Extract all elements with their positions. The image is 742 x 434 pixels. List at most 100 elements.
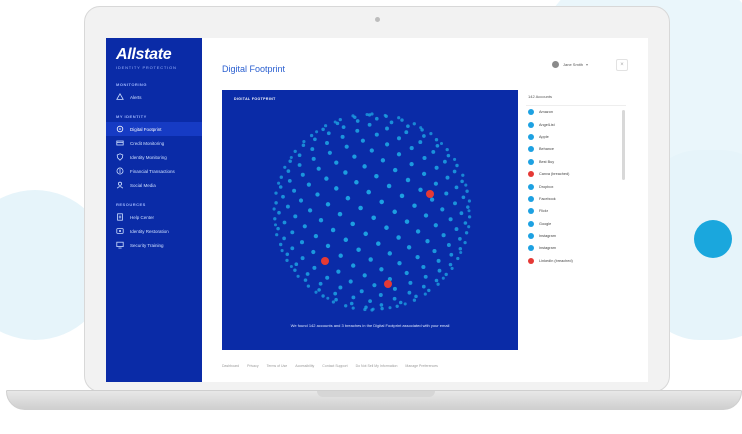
- account-item[interactable]: Google: [526, 218, 626, 230]
- footer-link[interactable]: Terms of Use: [267, 364, 288, 368]
- globe-dot: [406, 124, 410, 129]
- sidebar-item-financial-transactions[interactable]: Financial Transactions: [106, 164, 202, 178]
- globe-dot: [351, 306, 355, 310]
- account-item[interactable]: Instagram: [526, 230, 626, 242]
- breach-dot[interactable]: [384, 280, 392, 288]
- globe-dot: [286, 169, 291, 173]
- globe-dot: [301, 143, 306, 148]
- globe-dot: [327, 150, 332, 155]
- globe-dot: [434, 278, 439, 283]
- sidebar-item-credit-monitoring[interactable]: Credit Monitoring: [106, 136, 202, 150]
- globe-dot: [432, 249, 437, 254]
- footer-link[interactable]: Accessibility: [295, 364, 314, 368]
- globe-dot: [351, 114, 355, 118]
- globe-dot: [279, 175, 283, 179]
- user-icon: [116, 181, 124, 189]
- account-icon: [528, 220, 534, 227]
- footer-link[interactable]: Contact Support: [322, 364, 347, 368]
- account-item[interactable]: Flickr: [526, 205, 626, 217]
- globe-dot: [385, 126, 389, 131]
- account-item[interactable]: Facebook: [526, 193, 626, 205]
- user-name: Jane Smith: [563, 62, 584, 67]
- globe-dot: [408, 280, 413, 285]
- globe-dot: [282, 236, 286, 241]
- globe-dot: [351, 295, 356, 300]
- globe-dot: [400, 118, 404, 122]
- globe-dot: [444, 272, 448, 277]
- breach-dot[interactable]: [426, 190, 434, 198]
- globe-dot: [274, 191, 278, 195]
- app-screen: Allstate IDENTITY PROTECTION MONITORING …: [106, 38, 648, 382]
- account-item[interactable]: Dropbox: [526, 180, 626, 192]
- globe-dot: [459, 250, 463, 255]
- account-icon: [528, 183, 534, 190]
- globe-dot: [287, 178, 292, 183]
- globe-dot: [407, 290, 412, 295]
- globe-dot: [314, 290, 318, 294]
- sidebar-item-identity-monitoring[interactable]: Identity Monitoring: [106, 150, 202, 164]
- globe-dot: [380, 158, 386, 163]
- account-item[interactable]: Best Buy: [526, 156, 626, 168]
- globe-dot: [403, 302, 407, 306]
- account-item[interactable]: Instagram: [526, 242, 626, 254]
- globe-dot: [360, 138, 365, 143]
- sidebar-item-help-center[interactable]: Help Center: [106, 210, 202, 224]
- account-item[interactable]: LinkedIn (breached): [526, 255, 626, 267]
- account-item[interactable]: Canva (breached): [526, 168, 626, 180]
- sidebar-item-label: Digital Footprint: [130, 126, 162, 132]
- globe-dot: [449, 252, 454, 257]
- sidebar-item-social-media[interactable]: Social Media: [106, 178, 202, 192]
- sidebar-item-digital-footprint[interactable]: Digital Footprint: [106, 122, 202, 136]
- footer-link[interactable]: Do Not Sell My Information: [356, 364, 398, 368]
- sidebar-item-alerts[interactable]: Alerts: [106, 90, 202, 104]
- globe-dot: [303, 278, 308, 282]
- account-item[interactable]: Behance: [526, 143, 626, 155]
- globe-dot: [379, 267, 384, 272]
- globe-dot: [419, 126, 423, 130]
- user-menu[interactable]: Jane Smith ▾: [552, 61, 588, 68]
- account-icon: [528, 208, 534, 215]
- breach-dot[interactable]: [321, 257, 329, 265]
- globe-dot: [272, 207, 276, 211]
- footer-link[interactable]: Dashboard: [222, 364, 239, 368]
- globe-dot: [445, 175, 450, 180]
- globe-dot: [421, 171, 427, 177]
- globe-dot: [458, 237, 462, 241]
- globe-dot: [467, 225, 471, 229]
- globe-dot: [421, 264, 426, 270]
- avatar: [552, 61, 559, 68]
- account-item[interactable]: AngelList: [526, 118, 626, 130]
- sidebar-item-label: Identity Monitoring: [130, 154, 167, 160]
- laptop-notch: [317, 391, 435, 397]
- globe-dot: [448, 217, 453, 222]
- account-name: Amazon: [539, 110, 553, 115]
- globe-dot: [434, 138, 439, 142]
- footprint-icon: [116, 125, 124, 133]
- globe-dot: [292, 188, 297, 193]
- main-content: Digital Footprint Jane Smith ▾ × DIGITAL…: [202, 38, 648, 382]
- footprint-summary: We found 142 accounts and 3 breaches in …: [290, 323, 450, 328]
- sidebar-item-label: Help Center: [130, 214, 155, 220]
- sidebar-item-security-training[interactable]: Security Training: [106, 238, 202, 252]
- globe-dot: [397, 116, 401, 120]
- brand-subtitle: IDENTITY PROTECTION: [116, 65, 177, 70]
- sidebar-item-identity-restoration[interactable]: Identity Restoration: [106, 224, 202, 238]
- account-name: Instagram: [539, 234, 556, 239]
- footer-link[interactable]: Privacy: [247, 364, 258, 368]
- globe-dot: [466, 205, 470, 209]
- close-icon[interactable]: ×: [616, 59, 628, 71]
- globe-dot: [348, 279, 353, 284]
- account-name: Google: [539, 221, 552, 226]
- globe-dot: [371, 215, 376, 221]
- brand[interactable]: Allstate IDENTITY PROTECTION: [106, 38, 202, 70]
- account-item[interactable]: Apple: [526, 131, 626, 143]
- globe-dot: [409, 146, 414, 151]
- page-title: Digital Footprint: [222, 64, 286, 74]
- account-item[interactable]: Amazon: [526, 106, 626, 118]
- footer-link[interactable]: Manage Preferences: [405, 364, 438, 368]
- globe-dot: [467, 215, 472, 219]
- globe-dot: [315, 130, 319, 134]
- globe-dot: [374, 132, 379, 137]
- scrollbar[interactable]: [622, 110, 625, 180]
- globe-dot: [463, 221, 468, 225]
